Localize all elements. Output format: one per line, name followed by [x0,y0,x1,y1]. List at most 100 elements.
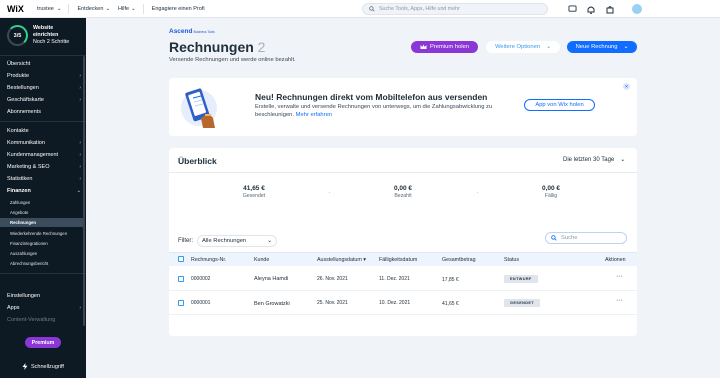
setup-title: Website [33,25,54,31]
premium-button[interactable]: Premium [25,337,61,348]
sidebar-item-label: Finanzen [7,188,31,194]
column-header[interactable]: Gesamtbetrag [442,257,476,263]
nav-profi[interactable]: Engagiere einen Profi [152,6,205,12]
table-search-input[interactable]: Suche [545,232,627,244]
column-header[interactable]: Status [504,257,519,263]
column-header[interactable]: Fälligkeitsdatum [379,257,417,263]
chevron-right-icon: › [79,305,81,311]
more-actions-icon[interactable]: ··· [616,297,623,304]
site-switcher[interactable]: trustee ⌄ [37,6,61,12]
chevron-right-icon: › [79,97,81,103]
stat-label: Fällig [544,193,558,199]
invoice-table-card: Filter: Alle Rechnungen ⌄ Suche Rechnungs… [169,228,637,336]
sidebar-sub-abrechnungsbericht[interactable]: Abrechnungsbericht [10,261,48,266]
divider [0,55,86,56]
row-checkbox[interactable] [178,276,184,282]
stat-value: 0,00 € [541,185,561,192]
more-options-button[interactable]: Weitere Optionen ⌄ [486,41,560,53]
shopping-bag-icon[interactable] [605,4,615,14]
table-row[interactable]: 0000001 Ben Growatzki 25. Nov. 2021 10. … [169,291,637,315]
search-placeholder: Suche [561,235,578,241]
sidebar-item-content[interactable]: Content-Verwaltung [7,317,81,323]
sidebar-sub-auszahlungen[interactable]: Auszahlungen [10,251,37,256]
more-actions-icon[interactable]: ··· [616,273,623,280]
sidebar-scrollbar[interactable] [83,56,85,326]
sidebar-item-marketing[interactable]: Marketing & SEO › [7,164,81,170]
quick-access-button[interactable]: Schnellzugriff [22,363,64,370]
filter-value: Alle Rechnungen [202,238,247,244]
sidebar-item-uebersicht[interactable]: Übersicht [7,61,81,67]
bell-icon[interactable] [586,4,596,14]
setup-progress[interactable]: 3/5 Website einrichten Noch 2 Schritte [7,25,69,46]
page-title: Rechnungen 2 [169,39,265,55]
chevron-right-icon: › [79,140,81,146]
sidebar-item-einstellungen[interactable]: Einstellungen [7,293,81,299]
sidebar-item-kundenmanagement[interactable]: Kundenmanagement › [7,152,81,158]
chevron-down-icon: ⌄ [105,5,111,12]
chevron-right-icon: › [79,176,81,182]
nav-label: Hilfe [118,5,130,12]
table-row[interactable]: 0000002 Aleyna Hamdi 26. Nov. 2021 11. D… [169,267,637,291]
column-header-sorted[interactable]: Ausstellungsdatum ▾ [317,257,366,263]
sidebar-item-geschaeftskarte[interactable]: Geschäftskarte › [7,97,81,103]
nav-hilfe[interactable]: Hilfe ⌄ [118,6,136,12]
sidebar-item-label: Statistiken [7,176,33,182]
sidebar-item-produkte[interactable]: Produkte › [7,73,81,79]
issue-date: 25. Nov. 2021 [317,300,348,306]
row-checkbox[interactable] [178,300,184,306]
column-header[interactable]: Kunde [254,257,269,263]
search-placeholder: Suche Tools, Apps, Hilfe und mehr [379,6,460,12]
nav-label: Entdecken [77,5,104,12]
learn-more-link[interactable]: Mehr erfahren [296,112,332,118]
divider [68,3,70,14]
chevron-right-icon: › [79,85,81,91]
stat-paid: 0,00 € Bezahlt [368,185,438,199]
invoice-number: 0000002 [191,276,211,282]
search-icon [551,235,557,241]
chevron-right-icon: › [79,152,81,158]
column-header[interactable]: Rechnungs-Nr. [191,257,226,263]
global-search[interactable]: Suche Tools, Apps, Hilfe und mehr [362,3,548,15]
filter-label: Filter: [178,238,193,244]
ascend-brand: AscendBusiness Tools [169,28,215,35]
sidebar-item-kontakte[interactable]: Kontakte [7,128,81,134]
due-date: 11. Dez. 2021 [379,276,410,282]
new-invoice-button[interactable]: Neue Rechnung ⌄ [567,41,637,53]
phone-invoice-illustration [181,88,217,128]
sidebar-item-label: Marketing & SEO [7,164,50,170]
sidebar-item-abonnements[interactable]: Abonnements [7,109,81,115]
stat-label: Bezahlt [394,193,412,199]
sidebar-item-bestellungen[interactable]: Bestellungen › [7,85,81,91]
sidebar-sub-wiederkehrend[interactable]: Wiederkehrende Rechnungen [10,231,67,236]
sidebar-sub-angebote[interactable]: Angebote [10,210,28,215]
close-icon[interactable]: ✕ [623,83,630,90]
sidebar: 3/5 Website einrichten Noch 2 Schritte Ü… [0,18,86,378]
messages-icon[interactable] [567,4,577,14]
get-premium-button[interactable]: Premium holen [411,41,478,53]
sidebar-item-label: Übersicht [7,61,31,67]
sidebar-item-kommunikation[interactable]: Kommunikation › [7,140,81,146]
button-label: Weitere Optionen [495,44,541,50]
sidebar-item-label: Einstellungen [7,293,41,299]
get-app-button[interactable]: App von Wix holen [524,99,595,111]
stat-value: 0,00 € [393,185,413,192]
nav-entdecken[interactable]: Entdecken ⌄ [77,6,110,12]
chevron-down-icon: ⌄ [76,188,81,194]
sidebar-sub-finanzintegrationen[interactable]: Finanzintegrationen [10,241,48,246]
setup-sub: Noch 2 Schritte [33,39,70,45]
date-range-select[interactable]: Die letzten 30 Tage ⌄ [563,156,625,164]
sidebar-item-label: Apps [7,305,20,311]
stat-label: Gesendet [242,193,266,199]
chevron-right-icon: › [79,73,81,79]
avatar[interactable] [632,4,642,14]
chevron-right-icon: › [79,164,81,170]
filter-select[interactable]: Alle Rechnungen ⌄ [197,235,277,247]
sidebar-sub-rechnungen[interactable]: Rechnungen [0,218,83,227]
sidebar-item-finanzen[interactable]: Finanzen ⌄ [7,188,81,194]
select-all-checkbox[interactable] [178,256,184,262]
wix-logo[interactable]: WiX [7,4,27,14]
sidebar-item-statistiken[interactable]: Statistiken › [7,176,81,182]
button-label: Neue Rechnung [575,44,618,50]
sidebar-item-apps[interactable]: Apps › [7,305,81,311]
sidebar-sub-zahlungen[interactable]: Zahlungen [10,200,30,205]
